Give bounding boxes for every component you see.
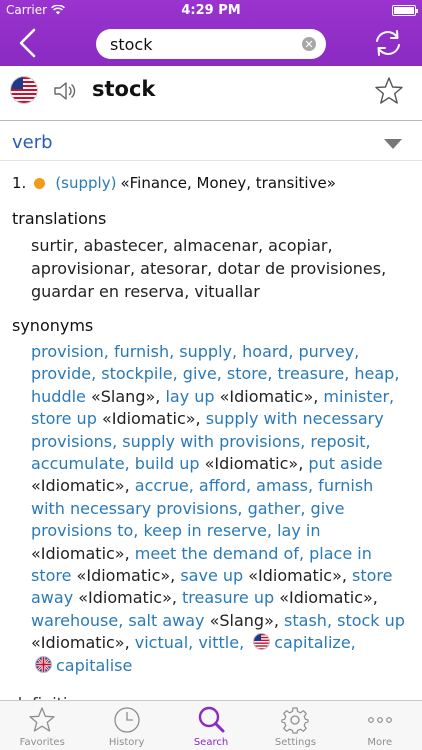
us-variant-link[interactable]: capitalize, — [274, 633, 356, 652]
navigation-bar: ✕ — [0, 22, 422, 64]
dropdown-triangle-icon[interactable] — [384, 139, 402, 149]
usage-label: «Idiomatic», — [243, 566, 353, 586]
synonym-link[interactable]: victual, vittle, — [135, 633, 244, 652]
part-of-speech-selector[interactable]: verb — [0, 128, 422, 162]
us-flag-icon[interactable] — [10, 76, 38, 104]
usage-label: «Idiomatic», — [31, 633, 135, 653]
uk-flag-icon — [35, 655, 52, 673]
headword: stock — [92, 77, 156, 101]
favorite-star-icon[interactable] — [374, 76, 404, 106]
usage-label: «Idiomatic», — [274, 588, 378, 608]
tab-more[interactable]: More — [338, 701, 422, 750]
more-icon — [367, 717, 392, 723]
part-of-speech-label: verb — [12, 132, 53, 153]
status-time: 4:29 PM — [181, 2, 241, 18]
usage-label: «Idiomatic», — [71, 566, 181, 586]
uk-variant-link[interactable]: capitalise — [56, 656, 132, 675]
star-icon — [29, 707, 55, 732]
synonym-link[interactable]: treasure up — [182, 588, 274, 607]
usage-label: «Idiomatic», — [214, 386, 324, 406]
tab-settings-label: Settings — [274, 737, 316, 748]
sense-domain[interactable]: (supply) — [55, 170, 116, 196]
battery-icon — [392, 5, 418, 16]
clear-search-icon[interactable]: ✕ — [302, 37, 316, 51]
synonyms-heading: synonyms — [12, 316, 94, 335]
magnifier-icon — [198, 706, 225, 733]
usage-label: «Slang», — [204, 610, 285, 630]
synonym-link[interactable]: put aside — [308, 454, 382, 473]
entry-content: 1. (supply) «Finance, Money, transitive»… — [0, 170, 422, 677]
top-bar: Carrier 4:29 PM ✕ — [0, 0, 422, 66]
search-field[interactable]: ✕ — [96, 29, 326, 59]
tab-settings[interactable]: Settings — [253, 701, 337, 750]
usage-label: «Idiomatic», — [73, 588, 183, 608]
synonym-link[interactable]: lay up — [165, 387, 214, 406]
entry-header: stock — [0, 72, 422, 114]
clock-icon — [113, 707, 140, 733]
usage-label: «Slang», — [85, 386, 166, 406]
gear-icon — [281, 707, 310, 734]
tab-search[interactable]: Search — [169, 701, 253, 750]
usage-label: «Idiomatic», — [96, 409, 206, 429]
swap-languages-icon[interactable] — [372, 28, 404, 58]
tab-favorites-label: Favorites — [19, 737, 65, 748]
synonyms-list: provision, furnish, supply, hoard, purve… — [12, 341, 410, 677]
tab-more-label: More — [367, 737, 393, 748]
translations-text: surtir, abastecer, almacenar, acopiar, a… — [31, 236, 387, 301]
usage-label: «Idiomatic», — [31, 543, 135, 563]
speaker-icon[interactable] — [52, 80, 76, 102]
usage-label: «Idiomatic», — [31, 476, 135, 496]
tab-bar: Favorites History Search Settings More — [0, 700, 422, 750]
tab-favorites[interactable]: Favorites — [0, 701, 84, 750]
sense-labels: «Finance, Money, transitive» — [120, 174, 336, 192]
search-input[interactable] — [110, 34, 302, 54]
tab-history-label: History — [108, 737, 145, 748]
sense-dot-icon — [34, 177, 46, 189]
us-flag-icon — [253, 633, 271, 651]
synonym-link[interactable]: warehouse, salt away — [31, 611, 205, 630]
back-chevron-icon[interactable] — [14, 28, 42, 58]
header-divider — [0, 120, 422, 121]
synonym-link[interactable]: save up — [180, 566, 243, 585]
sense-line: 1. (supply) «Finance, Money, transitive» — [12, 170, 410, 196]
section-divider — [0, 160, 422, 161]
tab-search-label: Search — [193, 737, 229, 748]
sense-number: 1. — [12, 174, 27, 192]
translations-heading: translations — [12, 209, 107, 228]
status-bar: Carrier 4:29 PM — [0, 0, 422, 20]
tab-history[interactable]: History — [84, 701, 168, 750]
usage-label: «Idiomatic», — [199, 454, 309, 474]
synonym-link[interactable]: stash, stock up — [284, 611, 405, 630]
